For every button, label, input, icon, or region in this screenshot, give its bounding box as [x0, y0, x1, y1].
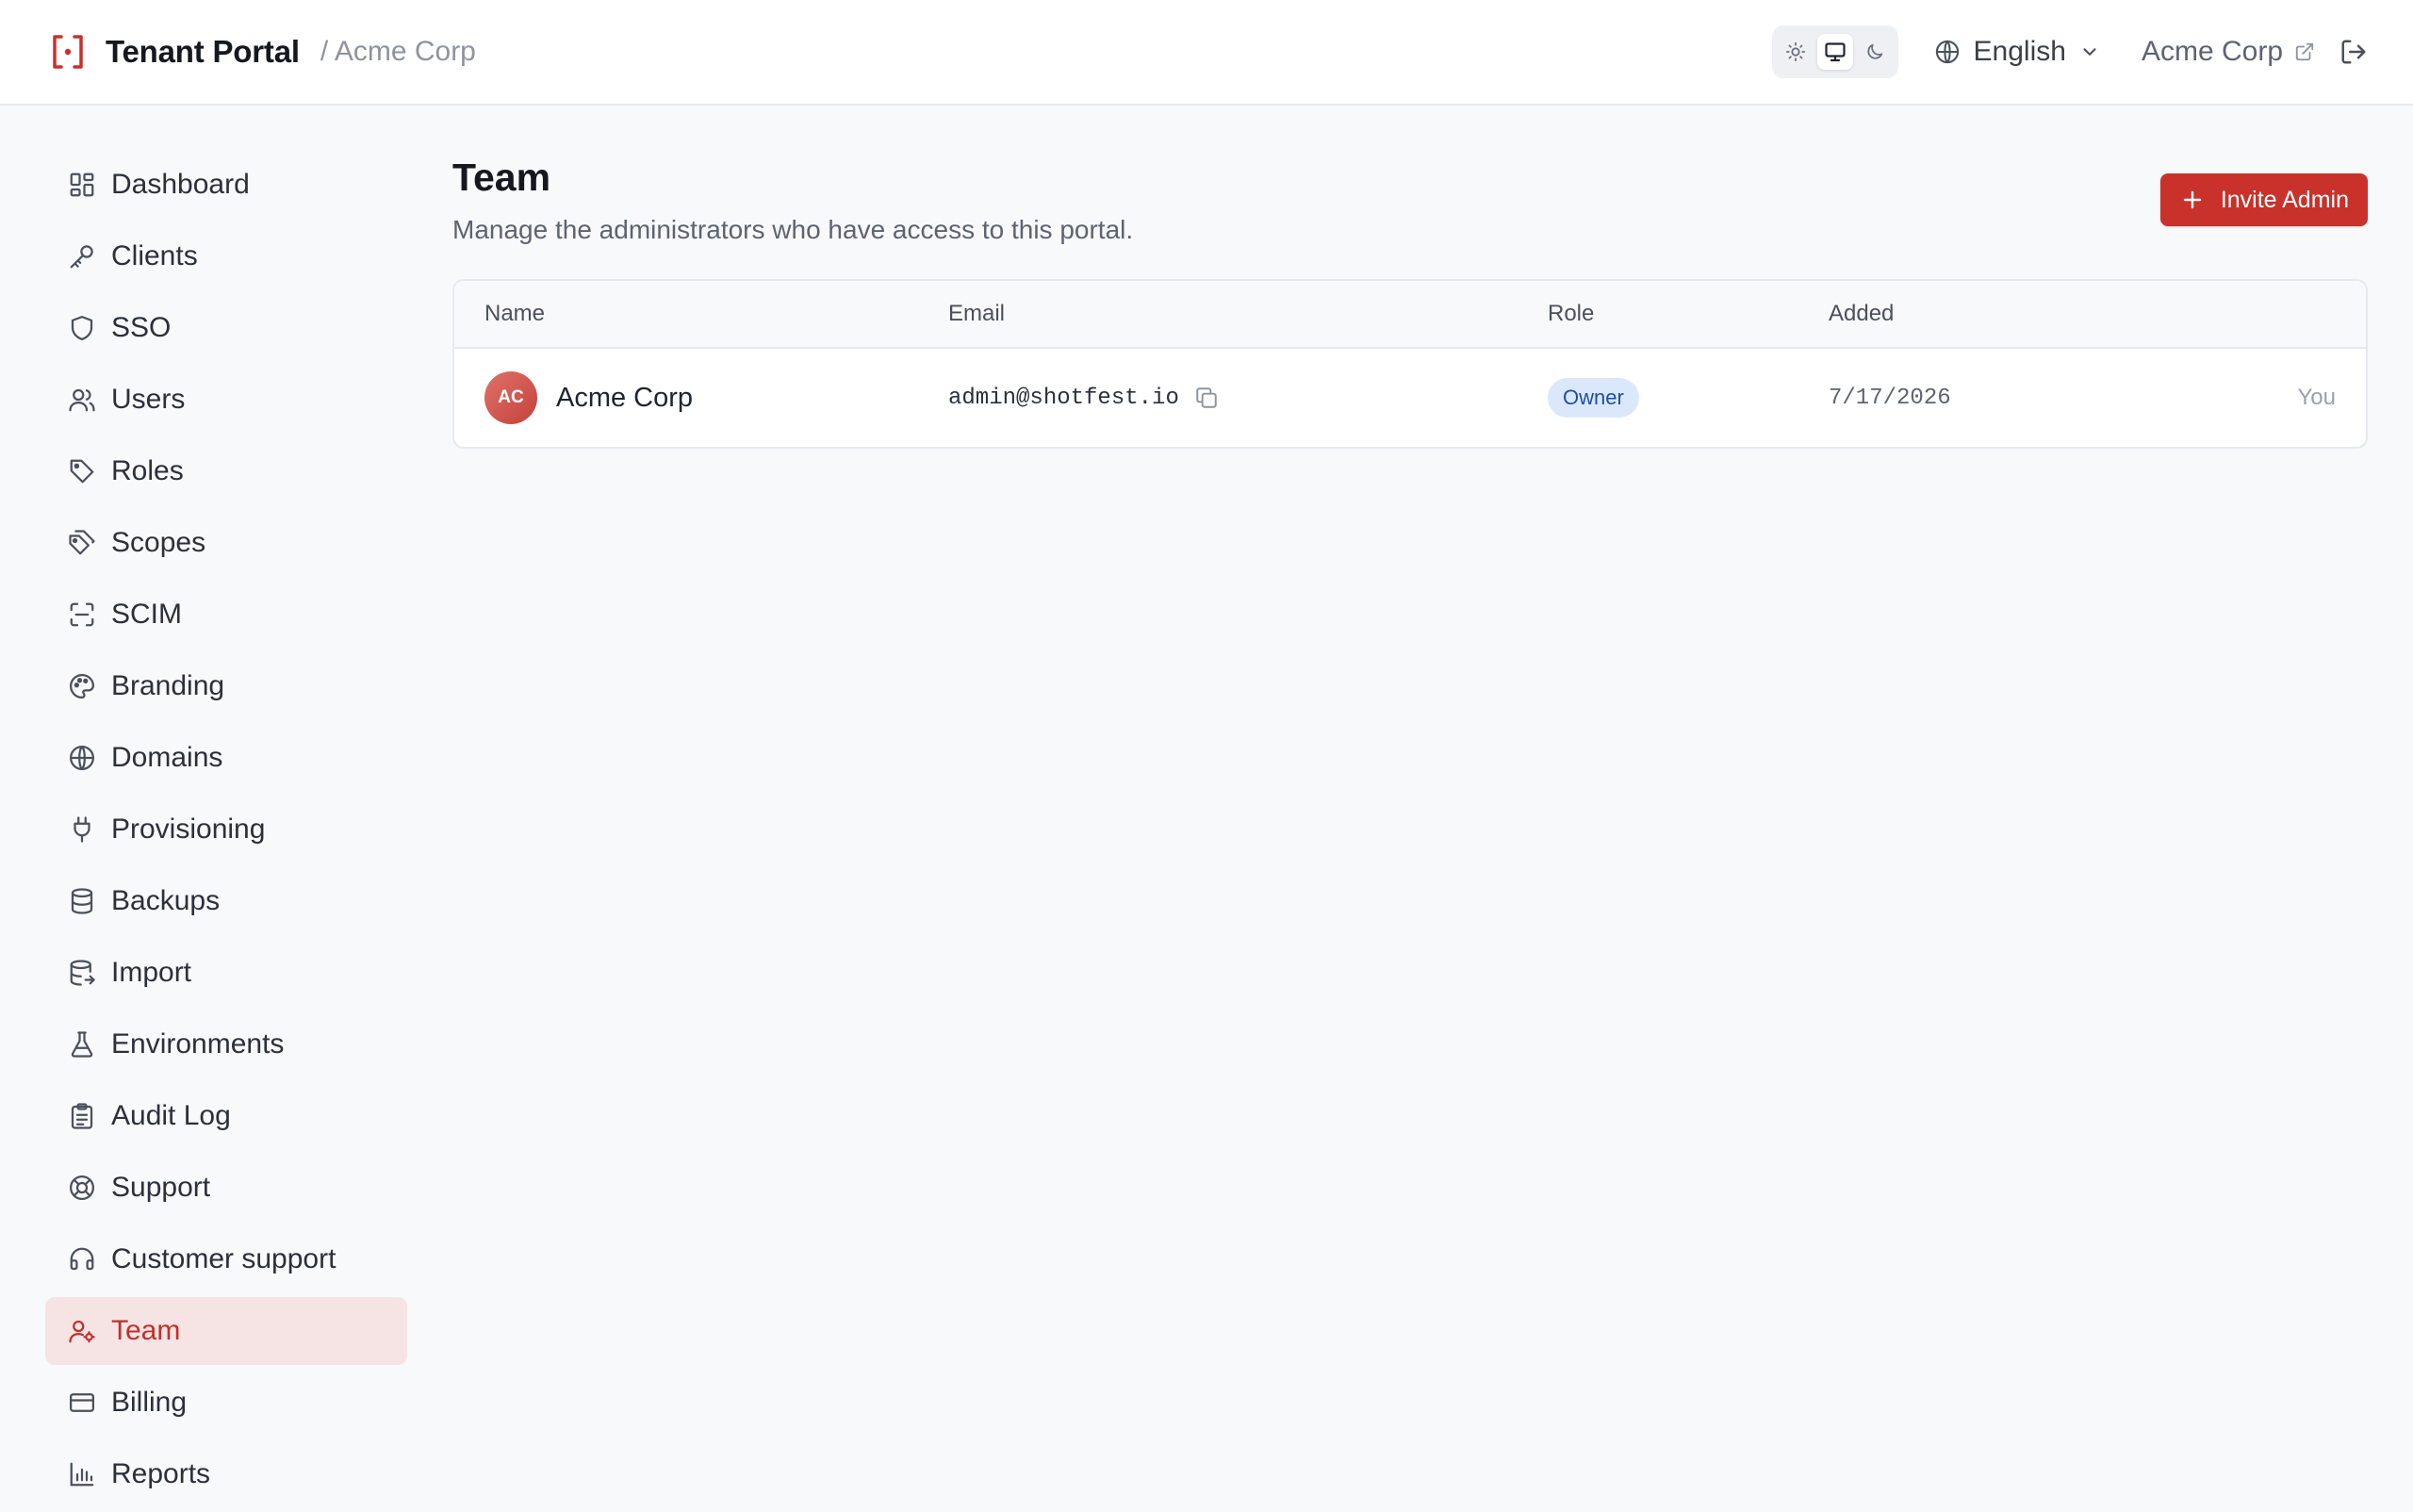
- headset-icon: [70, 1247, 94, 1271]
- sidebar-item-support[interactable]: Support: [45, 1154, 407, 1222]
- invite-admin-label: Invite Admin: [2220, 186, 2349, 213]
- sidebar-item-label: Domains: [111, 742, 223, 773]
- theme-dark-button[interactable]: [1857, 34, 1893, 70]
- globe-icon: [70, 746, 94, 770]
- flask-icon: [71, 1031, 93, 1058]
- tag-icon: [70, 459, 94, 484]
- current-user-indicator: You: [2297, 385, 2337, 410]
- chevron-down-icon: [2083, 48, 2096, 56]
- tags-icon: [69, 530, 95, 555]
- clipboard-icon: [71, 1103, 93, 1129]
- column-header-added[interactable]: Added: [1829, 301, 2262, 327]
- sidebar-item-import[interactable]: Import: [45, 939, 407, 1007]
- column-header-name[interactable]: Name: [454, 301, 948, 327]
- column-header-email[interactable]: Email: [948, 301, 1548, 327]
- database-import-icon: [70, 960, 96, 986]
- language-label: English: [1973, 36, 2066, 67]
- copy-icon[interactable]: [1194, 386, 1219, 410]
- sidebar-item-label: Roles: [111, 455, 184, 486]
- moon-icon: [1866, 43, 1882, 59]
- sidebar-item-label: Customer support: [111, 1243, 337, 1274]
- theme-light-button[interactable]: [1778, 34, 1814, 70]
- monitor-icon: [1824, 42, 1846, 62]
- language-selector[interactable]: English: [1934, 36, 2100, 68]
- sidebar-item-label: Clients: [111, 240, 198, 271]
- main-content: Team Manage the administrators who have …: [452, 151, 2368, 449]
- sidebar-item-scopes[interactable]: Scopes: [45, 509, 407, 577]
- sun-icon: [1785, 41, 1805, 62]
- sidebar-item-label: SCIM: [111, 599, 182, 630]
- external-link-icon: [2295, 42, 2314, 61]
- sidebar-item-scim[interactable]: SCIM: [45, 581, 407, 649]
- sidebar-item-label: Audit Log: [111, 1100, 231, 1131]
- role-badge: Owner: [1548, 378, 1639, 418]
- sidebar-item-branding[interactable]: Branding: [45, 652, 407, 720]
- team-table: Name Email Role Added AC Acme Corp admin…: [452, 279, 2368, 449]
- sidebar-item-customer-support[interactable]: Customer support: [45, 1225, 407, 1293]
- invite-admin-button[interactable]: Invite Admin: [2159, 173, 2368, 226]
- sidebar-item-label: Scopes: [111, 527, 206, 558]
- logout-icon: [2341, 40, 2366, 64]
- sidebar-item-sso[interactable]: SSO: [45, 294, 407, 362]
- page-subtitle: Manage the administrators who have acces…: [452, 215, 1134, 244]
- plus-icon: [2183, 190, 2202, 209]
- sidebar-item-label: Reports: [111, 1458, 211, 1489]
- bar-chart-icon: [70, 1462, 94, 1487]
- sidebar-item-label: Support: [111, 1172, 211, 1203]
- logout-button[interactable]: [2339, 38, 2368, 66]
- sidebar-item-label: Dashboard: [111, 169, 250, 200]
- sidebar-item-label: Backups: [111, 885, 221, 916]
- tenant-external-link[interactable]: Acme Corp: [2142, 36, 2315, 68]
- sidebar-item-domains[interactable]: Domains: [45, 724, 407, 792]
- credit-card-icon: [70, 1393, 94, 1412]
- breadcrumb: / Acme Corp: [320, 36, 476, 67]
- sidebar-item-clients[interactable]: Clients: [45, 222, 407, 290]
- key-icon: [70, 245, 93, 269]
- sidebar-item-billing[interactable]: Billing: [45, 1369, 407, 1437]
- sidebar-item-reports[interactable]: Reports: [45, 1440, 407, 1508]
- sidebar-item-label: Provisioning: [111, 814, 266, 845]
- table-header: Name Email Role Added: [454, 281, 2366, 349]
- palette-icon: [70, 674, 94, 698]
- page-title: Team: [452, 156, 551, 199]
- sidebar-item-users[interactable]: Users: [45, 366, 407, 434]
- globe-icon: [1935, 40, 1959, 64]
- avatar: AC: [484, 371, 537, 424]
- app-title: Tenant Portal: [106, 34, 300, 69]
- admin-email: admin@shotfest.io: [948, 385, 1179, 411]
- sidebar-item-team[interactable]: Team: [45, 1297, 407, 1365]
- sidebar-item-label: Import: [111, 957, 192, 988]
- sidebar-item-label: Team: [111, 1315, 181, 1346]
- shield-icon: [71, 316, 93, 340]
- sidebar-item-label: Users: [111, 384, 186, 415]
- sidebar-item-label: SSO: [111, 312, 172, 343]
- theme-switcher: [1771, 25, 1898, 78]
- users-icon: [69, 388, 95, 412]
- user-cog-icon: [69, 1320, 95, 1343]
- scan-icon: [70, 602, 94, 627]
- sidebar-item-label: Billing: [111, 1387, 188, 1418]
- tenant-link-label: Acme Corp: [2141, 36, 2283, 67]
- theme-system-button[interactable]: [1816, 34, 1853, 70]
- plug-icon: [74, 816, 90, 843]
- table-row: AC Acme Corp admin@shotfest.io Owner 7/1…: [454, 349, 2366, 447]
- admin-name: Acme Corp: [556, 382, 694, 413]
- brand[interactable]: Tenant Portal: [51, 33, 300, 71]
- added-date: 7/17/2026: [1829, 385, 1951, 411]
- sidebar-item-provisioning[interactable]: Provisioning: [45, 796, 407, 863]
- sidebar-item-label: Branding: [111, 670, 225, 701]
- sidebar-item-label: Environments: [111, 1028, 285, 1060]
- top-bar: Tenant Portal / Acme Corp English Acme C…: [0, 0, 2413, 106]
- life-buoy-icon: [70, 1175, 94, 1200]
- sidebar-nav: Dashboard Clients SSO Users Roles Scopes: [45, 151, 407, 1512]
- sidebar-item-audit-log[interactable]: Audit Log: [45, 1082, 407, 1150]
- column-header-role[interactable]: Role: [1548, 301, 1829, 327]
- sidebar-item-roles[interactable]: Roles: [45, 437, 407, 505]
- sidebar-item-dashboard[interactable]: Dashboard: [45, 151, 407, 219]
- sidebar-item-environments[interactable]: Environments: [45, 1011, 407, 1078]
- dashboard-icon: [70, 173, 94, 197]
- database-icon: [71, 888, 93, 914]
- sidebar-item-backups[interactable]: Backups: [45, 867, 407, 935]
- brand-logo-icon: [53, 35, 83, 69]
